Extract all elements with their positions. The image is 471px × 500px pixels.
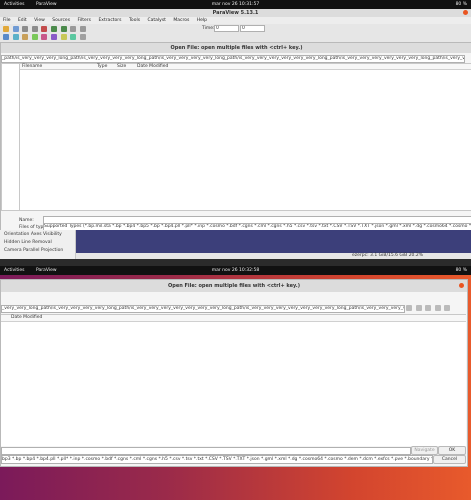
battery-status[interactable]: 80 %	[456, 2, 467, 7]
file-list-header-2: Date Modified	[1, 315, 466, 322]
redo-icon[interactable]	[31, 26, 38, 32]
close-icon-2[interactable]	[459, 283, 464, 288]
nav-buttons	[405, 304, 465, 312]
up-icon[interactable]	[425, 305, 432, 311]
menu-macros[interactable]: Macros	[173, 18, 189, 23]
top-system-bar: Activities ParaView mar nov 26 10:31:57 …	[0, 0, 471, 9]
play-icon[interactable]	[50, 26, 57, 32]
list-view-icon[interactable]	[444, 305, 451, 311]
cylinder-icon[interactable]	[22, 34, 29, 40]
time-label: Time:	[202, 26, 215, 31]
render-view[interactable]	[76, 230, 471, 253]
cancel-button[interactable]: Cancel	[433, 455, 466, 464]
navigate-button[interactable]: Navigate	[411, 446, 438, 455]
column-filename[interactable]: Filename	[22, 64, 42, 69]
last-frame-icon[interactable]	[79, 26, 86, 32]
calculator-icon[interactable]	[79, 34, 86, 40]
menu-catalyst[interactable]: Catalyst	[147, 18, 165, 23]
clock-2[interactable]: mar nov 26 10:32:58	[0, 268, 471, 273]
clip-icon[interactable]	[41, 34, 48, 40]
column-size[interactable]: Size	[117, 64, 126, 69]
open-icon[interactable]	[3, 26, 9, 32]
threshold-icon[interactable]	[60, 34, 67, 40]
menu-extractors[interactable]: Extractors	[98, 18, 121, 23]
hidden-line-removal-option[interactable]: Hidden Line Removal	[4, 240, 52, 245]
time-field[interactable]: 0	[214, 25, 239, 32]
toolbar: Time: 0 0	[0, 24, 471, 43]
menu-view[interactable]: View	[34, 18, 45, 23]
column-date-modified[interactable]: Date Modified	[137, 64, 168, 69]
file-list[interactable]: Filename Type Size Date Modified	[19, 63, 471, 211]
orientation-axes-visibility-option[interactable]: Orientation Axes Visibility	[4, 232, 62, 237]
first-frame-icon[interactable]	[70, 26, 77, 32]
glyph-icon[interactable]	[70, 34, 77, 40]
camera-parallel-projection-option[interactable]: Camera Parallel Projection	[4, 248, 63, 253]
menu-bar: File Edit View Sources Filters Extractor…	[3, 17, 468, 24]
paraview-window: ParaView 5.13.1 File Edit View Sources F…	[0, 9, 471, 259]
name-label: Name:	[19, 218, 34, 223]
time-step-field[interactable]: 0	[240, 25, 265, 32]
menu-tools[interactable]: Tools	[129, 18, 140, 23]
slice-icon[interactable]	[50, 34, 57, 40]
menu-help[interactable]: Help	[197, 18, 207, 23]
sphere-icon[interactable]	[12, 34, 19, 40]
close-icon[interactable]	[463, 10, 468, 15]
dialog-title-2: Open File: open multiple files with <ctr…	[1, 280, 467, 292]
record-icon[interactable]	[41, 26, 48, 32]
battery-status-2[interactable]: 80 %	[456, 268, 467, 273]
open-file-dialog: Open File: open multiple files with <ctr…	[0, 42, 471, 232]
open-file-dialog-2: Open File: open multiple files with <ctr…	[0, 279, 468, 467]
status-bar: ezerpc: 3.1 GiB/15.6 GiB 20.2%	[76, 253, 471, 259]
loop-icon[interactable]	[60, 26, 67, 32]
menu-edit[interactable]: Edit	[18, 18, 27, 23]
properties-panel: Orientation Axes Visibility Hidden Line …	[0, 230, 76, 259]
back-icon[interactable]	[406, 305, 412, 311]
favorites-sidebar[interactable]	[1, 63, 20, 211]
name-field-2[interactable]	[1, 447, 411, 455]
menu-file[interactable]: File	[3, 18, 11, 23]
filetype-select-2[interactable]: bp3 *.bp *.bp4 *.bp4.pll *.pll* *.inp *.…	[1, 455, 433, 464]
memory-status: ezerpc: 3.1 GiB/15.6 GiB 20.2%	[352, 253, 423, 258]
file-list-header: Filename Type Size Date Modified	[20, 64, 471, 70]
file-list-2[interactable]: Date Modified	[1, 314, 466, 446]
window-title: ParaView 5.13.1	[0, 9, 471, 17]
column-type[interactable]: Type	[97, 64, 107, 69]
undo-icon[interactable]	[22, 26, 29, 32]
ok-button[interactable]: OK	[438, 446, 466, 455]
forward-icon[interactable]	[415, 305, 422, 311]
clock[interactable]: mar nov 26 10:31:57	[0, 2, 471, 7]
contour-icon[interactable]	[31, 34, 38, 40]
cube-icon[interactable]	[3, 34, 9, 40]
menu-sources[interactable]: Sources	[52, 18, 70, 23]
save-icon[interactable]	[12, 26, 19, 32]
menu-filters[interactable]: Filters	[78, 18, 92, 23]
bottom-system-bar: Activities ParaView mar nov 26 10:32:58 …	[0, 266, 471, 275]
column-date-modified-2[interactable]: Date Modified	[11, 315, 42, 321]
path-field[interactable]: _path/is_very_very_very_long_path/is_ver…	[1, 55, 465, 63]
new-folder-icon[interactable]	[434, 305, 441, 311]
dialog-title: Open File: open multiple files with <ctr…	[1, 43, 471, 53]
path-field-2[interactable]: _very_very_long_path/is_very_very_very_v…	[1, 305, 405, 313]
